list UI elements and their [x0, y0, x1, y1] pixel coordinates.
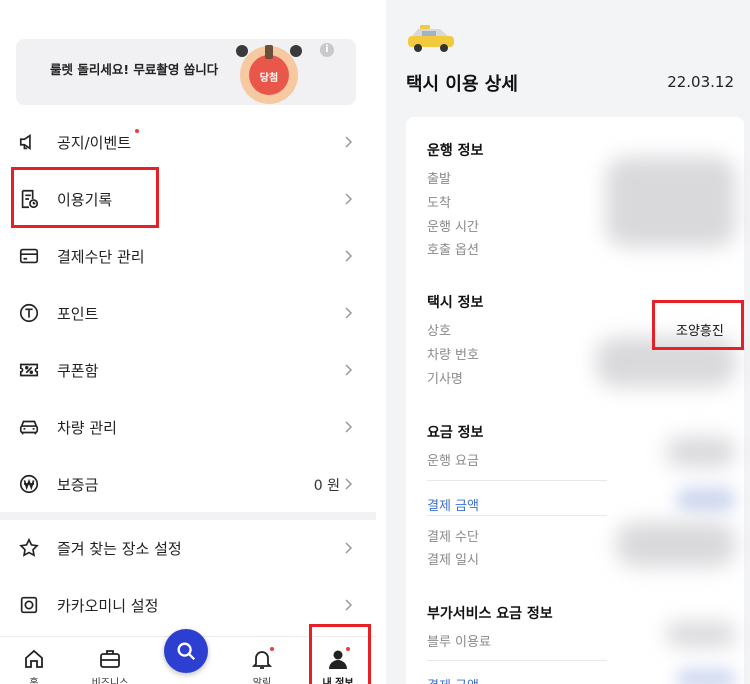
- menu-notice-label: 공지/이벤트: [57, 134, 132, 152]
- redacted-drive-values: [606, 157, 736, 247]
- roulette-right-ear: [290, 45, 302, 57]
- extra-row-blue-fee: 블루 이용료: [427, 635, 491, 650]
- menu-deposit-label: 보증금: [57, 476, 99, 494]
- fare-row-pay-time: 결제 일시: [427, 553, 479, 568]
- banner-title: 룰렛 돌리세요! 무료촬영 쏩니다: [50, 62, 219, 77]
- panel-gap: [376, 0, 386, 684]
- chevron-right-icon: [345, 478, 353, 490]
- car-icon: [19, 420, 39, 435]
- roulette-left-ear: [236, 45, 248, 57]
- drive-row-arrival: 도착: [427, 196, 451, 211]
- redacted-pay-amount: [676, 487, 736, 512]
- my-info-highlight-box: [309, 624, 371, 684]
- menu-kakaomini[interactable]: 카카오미니 설정: [0, 580, 376, 630]
- drive-row-duration: 운행 시간: [427, 220, 479, 235]
- menu-car-label: 차량 관리: [57, 419, 117, 437]
- notice-new-dot: [135, 129, 139, 133]
- roulette-label: 당첨: [259, 73, 279, 84]
- fare-row-pay-method: 결제 수단: [427, 530, 479, 545]
- fare-divider: [427, 480, 607, 481]
- menu-car[interactable]: 차량 관리: [0, 402, 376, 452]
- won-icon: [19, 474, 39, 494]
- tab-home-label: 홈: [29, 678, 39, 684]
- fare-row-drive-fare: 운행 요금: [427, 454, 479, 469]
- search-icon: [177, 642, 196, 661]
- drive-row-departure: 출발: [427, 172, 451, 187]
- roulette-pin: [265, 45, 273, 59]
- page-title: 택시 이용 상세: [406, 74, 518, 95]
- company-highlight-box: [652, 300, 744, 350]
- coupon-icon: [19, 363, 39, 377]
- drive-info-title: 운행 정보: [427, 143, 484, 159]
- deposit-amount: 0 원: [313, 478, 340, 494]
- chevron-right-icon: [345, 542, 353, 554]
- chevron-right-icon: [345, 193, 353, 205]
- extra-divider: [427, 660, 607, 661]
- redacted-extra-amount: [676, 669, 736, 684]
- redacted-extra-value: [666, 622, 736, 647]
- extra-info-title: 부가서비스 요금 정보: [427, 606, 553, 622]
- fare-info-title: 요금 정보: [427, 425, 484, 441]
- chevron-right-icon: [345, 599, 353, 611]
- fare-divider-2: [427, 515, 607, 516]
- chevron-right-icon: [345, 364, 353, 376]
- history-highlight-box: [11, 167, 159, 228]
- briefcase-icon: [100, 650, 120, 668]
- menu-kakaomini-label: 카카오미니 설정: [57, 597, 159, 615]
- chevron-right-icon: [345, 307, 353, 319]
- tab-home[interactable]: 홈: [4, 637, 64, 684]
- megaphone-icon: [19, 134, 31, 150]
- my-info-panel: 룰렛 돌리세요! 무료촬영 쏩니다 당첨 i 공지/이벤트 이용기록 결제수단 …: [0, 0, 376, 684]
- alerts-new-dot: [270, 647, 274, 651]
- menu-coupon[interactable]: 쿠폰함: [0, 345, 376, 395]
- drive-row-call-option: 호출 옵션: [427, 243, 479, 258]
- menu-point[interactable]: 포인트: [0, 288, 376, 338]
- promo-banner[interactable]: 룰렛 돌리세요! 무료촬영 쏩니다: [16, 39, 356, 105]
- menu-payment-label: 결제수단 관리: [57, 248, 145, 266]
- redacted-pay-values: [616, 522, 736, 567]
- info-icon[interactable]: i: [320, 43, 334, 57]
- menu-deposit[interactable]: 보증금 0 원: [0, 459, 376, 509]
- chevron-right-icon: [345, 250, 353, 262]
- menu-payment[interactable]: 결제수단 관리: [0, 231, 376, 281]
- card-icon: [19, 248, 39, 264]
- search-fab-button[interactable]: [164, 629, 208, 673]
- taxi-info-title: 택시 정보: [427, 295, 484, 311]
- taxi-row-driver: 기사명: [427, 372, 463, 387]
- point-coin-icon: [19, 303, 39, 323]
- star-icon: [19, 537, 39, 557]
- taxi-icon: [408, 25, 454, 52]
- tab-alerts-label: 알림: [252, 678, 272, 684]
- menu-favorites[interactable]: 즐겨 찾는 장소 설정: [0, 523, 376, 573]
- section-divider: [0, 512, 376, 520]
- speaker-icon: [20, 596, 38, 614]
- menu-coupon-label: 쿠폰함: [57, 362, 99, 380]
- tab-business[interactable]: 비즈니스: [80, 637, 140, 684]
- menu-notice[interactable]: 공지/이벤트: [0, 117, 376, 167]
- extra-pay-amount-link[interactable]: 결제 금액: [427, 675, 479, 684]
- trip-date: 22.03.12: [667, 73, 734, 91]
- chevron-right-icon: [345, 421, 353, 433]
- taxi-row-company: 상호: [427, 324, 451, 339]
- taxi-detail-panel: 택시 이용 상세 22.03.12 운행 정보 출발 도착 운행 시간 호출 옵…: [386, 0, 750, 684]
- fare-pay-amount-link[interactable]: 결제 금액: [427, 495, 479, 514]
- tab-business-label: 비즈니스: [91, 678, 129, 684]
- menu-point-label: 포인트: [57, 305, 99, 323]
- redacted-fare-value: [666, 437, 736, 467]
- menu-favorites-label: 즐겨 찾는 장소 설정: [57, 540, 182, 558]
- tab-alerts[interactable]: 알림: [232, 637, 292, 684]
- chevron-right-icon: [345, 136, 353, 148]
- detail-card: 운행 정보 출발 도착 운행 시간 호출 옵션 택시 정보 상호 차량 번호 기…: [406, 117, 744, 684]
- home-icon: [25, 649, 43, 668]
- taxi-row-plate: 차량 번호: [427, 348, 479, 363]
